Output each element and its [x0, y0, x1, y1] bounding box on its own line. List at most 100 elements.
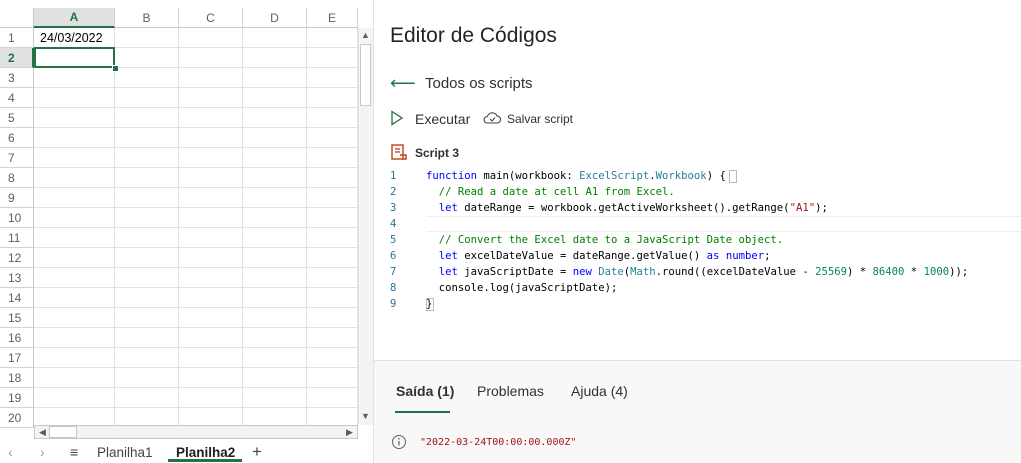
cell-b11[interactable]: [115, 228, 179, 248]
row-header[interactable]: 1: [0, 28, 34, 48]
cell-b16[interactable]: [115, 328, 179, 348]
row-header[interactable]: 9: [0, 188, 34, 208]
row-header[interactable]: 6: [0, 128, 34, 148]
cell-b10[interactable]: [115, 208, 179, 228]
cell-a7[interactable]: [34, 148, 115, 168]
cell-d12[interactable]: [243, 248, 307, 268]
all-sheets-menu-icon[interactable]: ≡: [70, 444, 78, 460]
spreadsheet-grid[interactable]: ABCDE 1 24/03/2022 2 3 4 5 6 7 8 9 10 11 12 13 14 15 16 1…: [0, 0, 373, 463]
cell-a13[interactable]: [34, 268, 115, 288]
cell-d3[interactable]: [243, 68, 307, 88]
play-icon[interactable]: [390, 110, 404, 126]
cell-c4[interactable]: [179, 88, 243, 108]
cell-b2[interactable]: [115, 48, 179, 68]
code-text[interactable]: function main(workbook: ExcelScript.Work…: [426, 168, 726, 184]
cell-c9[interactable]: [179, 188, 243, 208]
tab-help[interactable]: Ajuda (4): [571, 383, 628, 399]
code-line[interactable]: 5 // Convert the Excel date to a JavaScr…: [374, 232, 1021, 248]
cell-c3[interactable]: [179, 68, 243, 88]
row-header[interactable]: 5: [0, 108, 34, 128]
code-text[interactable]: // Read a date at cell A1 from Excel.: [426, 184, 675, 200]
cell-b17[interactable]: [115, 348, 179, 368]
cell-e8[interactable]: [307, 168, 358, 188]
output-log-line[interactable]: "2022-03-24T00:00:00.000Z": [420, 437, 577, 448]
cell-b1[interactable]: [115, 28, 179, 48]
sheet-tab-planilha1[interactable]: Planilha1: [97, 445, 153, 460]
cell-a9[interactable]: [34, 188, 115, 208]
vertical-scroll-thumb[interactable]: [360, 44, 371, 106]
scroll-right-arrow-icon[interactable]: ▶: [342, 427, 357, 438]
cell-d11[interactable]: [243, 228, 307, 248]
cloud-save-icon[interactable]: [482, 110, 502, 126]
code-text[interactable]: let dateRange = workbook.getActiveWorksh…: [426, 200, 828, 216]
code-text[interactable]: let javaScriptDate = new Date(Math.round…: [426, 264, 968, 280]
cell-b14[interactable]: [115, 288, 179, 308]
row-header[interactable]: 18: [0, 368, 34, 388]
cell-b9[interactable]: [115, 188, 179, 208]
row-header[interactable]: 11: [0, 228, 34, 248]
code-line[interactable]: 7 let javaScriptDate = new Date(Math.rou…: [374, 264, 1021, 280]
cell-c7[interactable]: [179, 148, 243, 168]
cell-b8[interactable]: [115, 168, 179, 188]
cell-d7[interactable]: [243, 148, 307, 168]
cell-d9[interactable]: [243, 188, 307, 208]
cell-c10[interactable]: [179, 208, 243, 228]
row-header[interactable]: 12: [0, 248, 34, 268]
next-sheet-icon[interactable]: ›: [40, 444, 45, 460]
code-line[interactable]: 1 function main(workbook: ExcelScript.Wor…: [374, 168, 1021, 184]
cell-b5[interactable]: [115, 108, 179, 128]
cell-c18[interactable]: [179, 368, 243, 388]
cell-e5[interactable]: [307, 108, 358, 128]
cell-c6[interactable]: [179, 128, 243, 148]
tab-output[interactable]: Saída (1): [396, 383, 454, 399]
cell-c12[interactable]: [179, 248, 243, 268]
cell-c1[interactable]: [179, 28, 243, 48]
row-header[interactable]: 3: [0, 68, 34, 88]
code-line[interactable]: 3 let dateRange = workbook.getActiveWork…: [374, 200, 1021, 216]
add-sheet-icon[interactable]: +: [252, 442, 262, 462]
cell-a3[interactable]: [34, 68, 115, 88]
tab-problems[interactable]: Problemas: [477, 383, 544, 399]
row-header[interactable]: 7: [0, 148, 34, 168]
code-area[interactable]: 1 function main(workbook: ExcelScript.Wor…: [374, 168, 1021, 360]
cell-d5[interactable]: [243, 108, 307, 128]
cell-a16[interactable]: [34, 328, 115, 348]
cell-b4[interactable]: [115, 88, 179, 108]
row-header[interactable]: 4: [0, 88, 34, 108]
code-line[interactable]: 9}: [374, 296, 1021, 312]
cell-e17[interactable]: [307, 348, 358, 368]
scroll-down-arrow-icon[interactable]: ▼: [358, 411, 373, 421]
scroll-up-arrow-icon[interactable]: ▲: [358, 30, 373, 40]
cell-a1[interactable]: 24/03/2022: [34, 28, 115, 48]
row-header[interactable]: 16: [0, 328, 34, 348]
cell-a5[interactable]: [34, 108, 115, 128]
cell-a6[interactable]: [34, 128, 115, 148]
row-header[interactable]: 13: [0, 268, 34, 288]
cell-d13[interactable]: [243, 268, 307, 288]
cell-b12[interactable]: [115, 248, 179, 268]
cell-b3[interactable]: [115, 68, 179, 88]
cell-b13[interactable]: [115, 268, 179, 288]
cell-c14[interactable]: [179, 288, 243, 308]
code-text[interactable]: let excelDateValue = dateRange.getValue(…: [426, 248, 771, 264]
cell-d17[interactable]: [243, 348, 307, 368]
save-script-button[interactable]: Salvar script: [507, 112, 573, 126]
cell-a19[interactable]: [34, 388, 115, 408]
cell-c13[interactable]: [179, 268, 243, 288]
cell-a12[interactable]: [34, 248, 115, 268]
cell-a15[interactable]: [34, 308, 115, 328]
sheet-tab-planilha2[interactable]: Planilha2: [176, 445, 235, 460]
cell-b7[interactable]: [115, 148, 179, 168]
cell-e1[interactable]: [307, 28, 358, 48]
cell-b18[interactable]: [115, 368, 179, 388]
cell-d15[interactable]: [243, 308, 307, 328]
cell-c2[interactable]: [179, 48, 243, 68]
cell-a8[interactable]: [34, 168, 115, 188]
cell-e7[interactable]: [307, 148, 358, 168]
cell-d4[interactable]: [243, 88, 307, 108]
row-header[interactable]: 8: [0, 168, 34, 188]
cell-b6[interactable]: [115, 128, 179, 148]
horizontal-scrollbar[interactable]: [34, 425, 358, 439]
cell-d14[interactable]: [243, 288, 307, 308]
row-header[interactable]: 15: [0, 308, 34, 328]
